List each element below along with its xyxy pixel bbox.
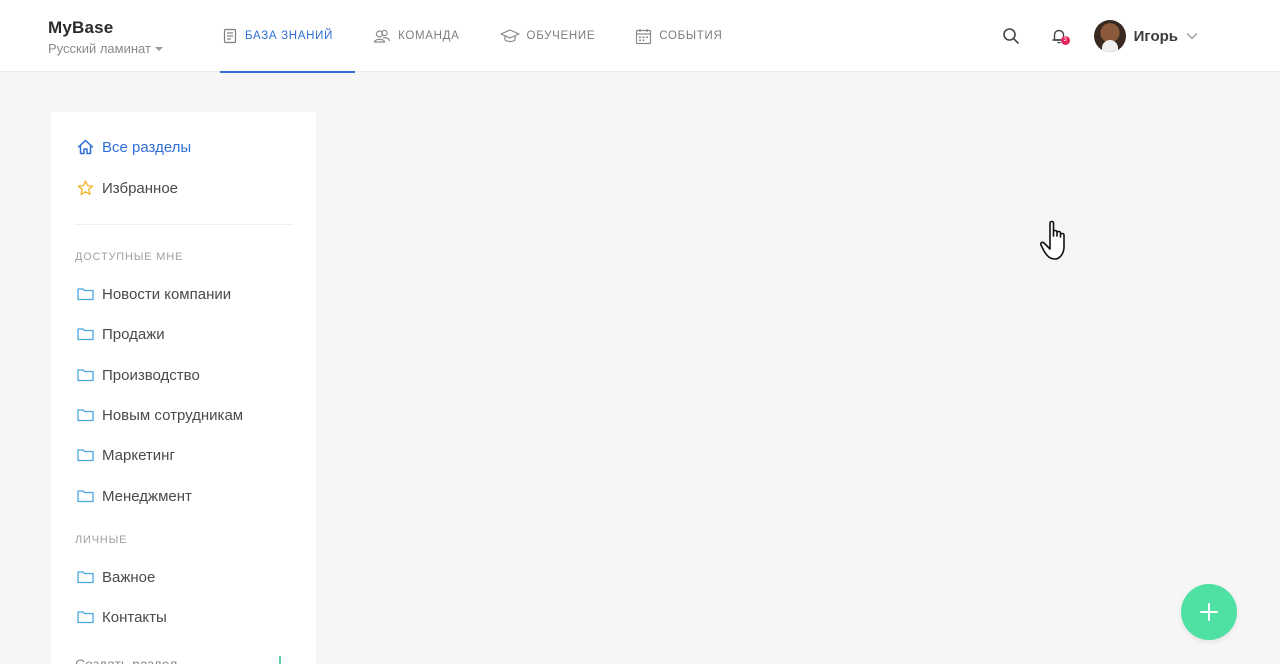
calendar-icon (636, 28, 652, 44)
sidebar-item-label: Избранное (102, 179, 179, 197)
notifications-button[interactable]: 3 (1044, 21, 1074, 51)
folder-icon (77, 409, 94, 422)
sidebar-item-production[interactable]: Производство (77, 363, 200, 387)
star-icon (77, 180, 94, 196)
search-icon (1002, 28, 1019, 44)
add-button[interactable] (1181, 584, 1237, 640)
tab-knowledge-base[interactable]: БАЗА ЗНАНИЙ (219, 0, 356, 73)
brand[interactable]: MyBase Русский ламинат (48, 18, 163, 56)
section-title-personal: ЛИЧНЫЕ (75, 534, 128, 546)
sidebar-item-label: Все разделы (102, 138, 192, 156)
folder-icon (77, 571, 94, 584)
tab-events-label: СОБЫТИЯ (659, 30, 723, 42)
sidebar-item-company-news[interactable]: Новости компании (77, 282, 231, 306)
notification-badge: 3 (1060, 36, 1070, 45)
tab-team-label: КОМАНДА (398, 30, 460, 42)
user-name: Игорь (1133, 27, 1178, 45)
plus-icon (1200, 603, 1218, 621)
header-tools: 3 Игорь (996, 18, 1198, 54)
sidebar-item-label: Новости компании (102, 285, 232, 303)
sidebar-item-label: Производство (102, 366, 200, 384)
sidebar-item-marketing[interactable]: Маркетинг (77, 443, 175, 467)
caret-down-icon (154, 47, 163, 51)
tab-knowledge-base-label: БАЗА ЗНАНИЙ (245, 30, 334, 42)
sidebar-item-sales[interactable]: Продажи (77, 322, 165, 346)
sidebar-item-label: Контакты (102, 608, 167, 626)
folder-icon (77, 611, 94, 624)
sidebar-item-management[interactable]: Менеджмент (77, 484, 192, 508)
scroll-indicator (279, 656, 281, 664)
company-name: Русский ламинат (48, 41, 151, 56)
sidebar-divider (75, 224, 293, 225)
folder-icon (77, 449, 94, 462)
avatar (1093, 20, 1126, 52)
sidebar-item-favorites[interactable]: Избранное (77, 176, 178, 200)
chevron-down-icon (1186, 33, 1198, 40)
sidebar-item-label: Продажи (102, 325, 165, 343)
hand-cursor-icon (1039, 220, 1065, 260)
sidebar-item-new-employees[interactable]: Новым сотрудникам (77, 403, 243, 427)
sidebar: Все разделы Избранное ДОСТУПНЫЕ МНЕ Ново… (51, 112, 316, 664)
user-menu[interactable]: Игорь (1093, 20, 1198, 52)
main-nav: БАЗА ЗНАНИЙ КОМАНДА ОБУЧЕНИЕ СОБЫТИЯ (219, 0, 763, 73)
tab-training[interactable]: ОБУЧЕНИЕ (499, 0, 596, 72)
top-bar: MyBase Русский ламинат БАЗА ЗНАНИЙ КОМАН… (0, 0, 1280, 73)
folder-icon (77, 328, 94, 341)
create-section-link[interactable]: Создать раздел (75, 656, 177, 664)
sidebar-item-label: Маркетинг (102, 446, 175, 464)
folder-icon (77, 490, 94, 503)
folder-icon (77, 288, 94, 301)
home-icon (77, 139, 94, 155)
company-switcher[interactable]: Русский ламинат (48, 41, 163, 56)
tab-events[interactable]: СОБЫТИЯ (635, 0, 722, 72)
tab-team[interactable]: КОМАНДА (373, 0, 459, 72)
sidebar-item-label: Важное (102, 568, 156, 586)
team-icon (373, 29, 391, 43)
section-title-available: ДОСТУПНЫЕ МНЕ (75, 251, 184, 263)
tab-training-label: ОБУЧЕНИЕ (526, 30, 596, 42)
sidebar-item-contacts[interactable]: Контакты (77, 605, 167, 629)
folder-icon (77, 369, 94, 382)
graduation-cap-icon (499, 29, 520, 43)
search-button[interactable] (996, 21, 1026, 51)
book-icon (223, 28, 237, 44)
sidebar-item-important[interactable]: Важное (77, 565, 155, 589)
sidebar-item-label: Новым сотрудникам (102, 406, 244, 424)
app-title: MyBase (48, 18, 114, 37)
sidebar-item-all-sections[interactable]: Все разделы (77, 135, 191, 159)
sidebar-item-label: Менеджмент (102, 487, 192, 505)
